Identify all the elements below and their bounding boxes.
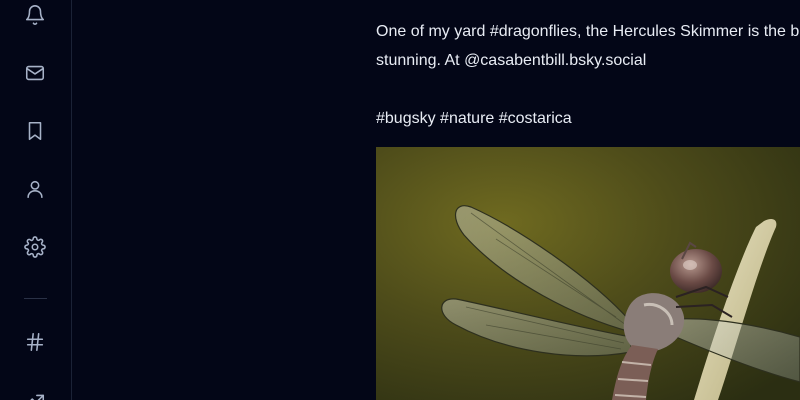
feeds-button[interactable] <box>20 327 50 357</box>
mail-icon <box>25 65 45 81</box>
messages-button[interactable] <box>20 58 50 88</box>
sidebar-divider <box>24 298 47 299</box>
notifications-button[interactable] <box>20 0 50 30</box>
bell-icon <box>25 5 45 25</box>
gear-icon <box>24 236 46 258</box>
post-text: One of my yard #dragonflies, the Hercule… <box>376 17 800 133</box>
dragonfly-photo <box>376 147 800 400</box>
post-text-spacer <box>376 75 800 104</box>
post-text-line: One of my yard #dragonflies, the Hercule… <box>376 23 800 40</box>
hash-icon <box>26 332 44 352</box>
bookmark-icon <box>28 121 42 141</box>
post: One of my yard #dragonflies, the Hercule… <box>376 0 800 400</box>
saved-button[interactable] <box>20 116 50 146</box>
app-window: One of my yard #dragonflies, the Hercule… <box>0 0 800 400</box>
post-text-line: stunning. At @casabentbill.bsky.social <box>376 52 647 69</box>
person-icon <box>27 180 43 199</box>
settings-button[interactable] <box>20 232 50 262</box>
post-image[interactable] <box>376 147 800 400</box>
trending-icon <box>30 394 45 400</box>
profile-button[interactable] <box>20 174 50 204</box>
trending-button[interactable] <box>20 385 50 400</box>
sidebar <box>0 0 72 400</box>
post-hashtags: #bugsky #nature #costarica <box>376 110 572 127</box>
